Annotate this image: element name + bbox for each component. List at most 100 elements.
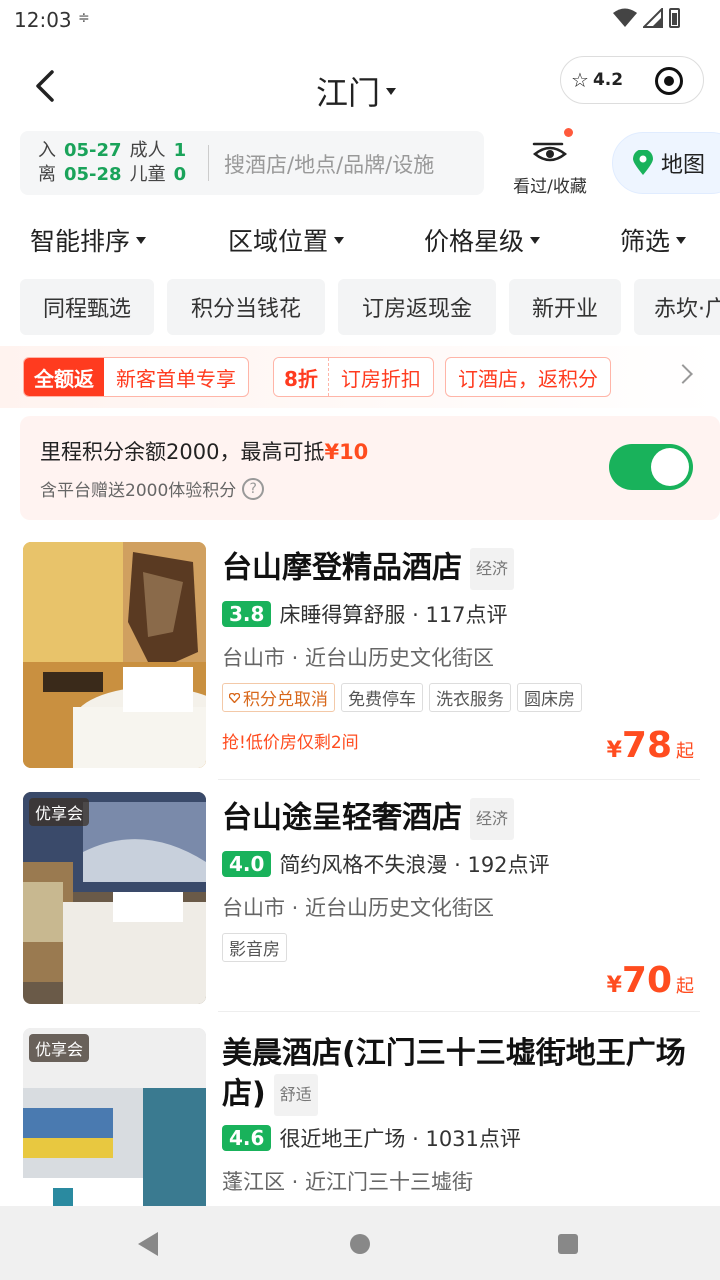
star-icon: ☆: [571, 68, 589, 92]
checkin-label: 入: [38, 140, 56, 161]
chip-item[interactable]: 同程甄选: [20, 279, 154, 335]
status-bar: 12:03 ≑: [0, 0, 720, 40]
help-icon[interactable]: ?: [242, 477, 265, 500]
chevron-right-icon[interactable]: [673, 364, 693, 384]
sort-smart[interactable]: 智能排序: [30, 222, 147, 258]
status-icons: [613, 8, 680, 28]
nav-recents-icon[interactable]: [558, 1234, 578, 1254]
hotel-tags: 影音房: [222, 933, 287, 962]
hotel-name: 美晨酒店(江门三十三墟街地王广场 店) 舒适: [222, 1034, 686, 1116]
price-value: 70: [621, 960, 672, 1001]
promo-text: 新客首单专享: [116, 366, 236, 391]
children-label: 儿童: [129, 164, 166, 185]
points-balance: 里程积分余额2000，最高可抵¥10: [40, 436, 368, 466]
chip-item[interactable]: 赤坎·广: [634, 279, 720, 335]
promo-banner[interactable]: 全额返 新客首单专享 8折 订房折扣 订酒店，返积分: [0, 346, 720, 408]
hotel-photo: [23, 542, 206, 768]
promo-new-customer[interactable]: 全额返 新客首单专享: [23, 357, 249, 397]
urgency-note: 抢!低价房仅剩2间: [222, 733, 359, 753]
promo-text: 订房折扣: [340, 366, 421, 391]
search-box[interactable]: 入 05-27 成人 1 离 05-28 儿童 0 搜酒店/地点/品牌/设施: [20, 131, 484, 195]
hotel-level: 经济: [470, 548, 515, 590]
score-row: 4.6 很近地王广场 · 1031点评: [222, 1123, 521, 1153]
battery-icon: [669, 8, 680, 28]
nav-back-icon[interactable]: [138, 1232, 158, 1256]
hotel-price: ¥ 70 起: [607, 960, 694, 1001]
hotel-tags: 积分兑取消 免费停车 洗衣服务 圆床房: [222, 683, 582, 712]
score-row: 4.0 简约风格不失浪漫 · 192点评: [222, 849, 550, 879]
price-value: 78: [621, 725, 672, 766]
map-button[interactable]: 地图: [612, 132, 720, 194]
caret-down-icon: [676, 236, 687, 244]
checkout-date: 05-28: [64, 164, 122, 185]
hotel-level: 经济: [470, 798, 515, 840]
hotel-name-text: 台山摩登精品酒店: [222, 550, 462, 586]
hotel-card[interactable]: 优享会 美晨酒店(江门三十三墟街地王广场 店) 舒适 4.6 很近地王广场 · 1…: [0, 1028, 720, 1206]
points-note: 含平台赠送2000体验积分 ?: [40, 476, 265, 501]
wifi-icon: [613, 8, 637, 27]
status-extra-icon: ≑: [78, 10, 90, 26]
rating-pill[interactable]: ☆ 4.2: [560, 56, 704, 104]
sort-area[interactable]: 区域位置: [228, 222, 345, 258]
caret-down-icon: [334, 236, 345, 244]
score-badge: 3.8: [222, 601, 272, 627]
caret-down-icon: [386, 87, 397, 95]
caret-down-icon: [136, 236, 147, 244]
hotel-location: 台山市 · 近台山历史文化街区: [222, 646, 495, 670]
hotel-name: 台山途呈轻奢酒店 经济: [222, 798, 515, 840]
hotel-image: 优享会: [23, 792, 206, 1004]
children-count: 0: [173, 164, 187, 185]
price-suffix: 起: [676, 741, 694, 762]
nav-bar: 江门 ☆ 4.2: [0, 48, 720, 128]
tag-text: 积分兑取消: [243, 690, 328, 710]
map-label: 地图: [661, 153, 706, 178]
promo-text: 订酒店，返积分: [458, 366, 598, 391]
signal-icon: [643, 8, 663, 28]
promo-points[interactable]: 订酒店，返积分: [445, 357, 611, 397]
chip-item[interactable]: 订房返现金: [338, 279, 496, 335]
sort-filter[interactable]: 筛选: [620, 222, 687, 258]
viewed-favorites-button[interactable]: 看过/收藏: [500, 128, 600, 197]
sort-label: 区域位置: [228, 227, 329, 256]
city-selector[interactable]: 江门: [316, 68, 397, 114]
chip-item[interactable]: 积分当钱花: [167, 279, 325, 335]
promo-discount[interactable]: 8折 订房折扣: [273, 357, 434, 397]
currency-symbol: ¥: [606, 738, 622, 763]
promo-badge: 8折: [274, 358, 329, 396]
quick-filter-chips: 同程甄选 积分当钱花 订房返现金 新开业 赤坎·广: [0, 279, 720, 337]
search-input[interactable]: 搜酒店/地点/品牌/设施: [224, 149, 434, 179]
chip-item[interactable]: 新开业: [509, 279, 621, 335]
checkout-label: 离: [38, 164, 56, 185]
divider: [218, 1011, 700, 1012]
promo-badge: 全额返: [24, 358, 104, 396]
location-pin-icon: [633, 150, 653, 175]
hotel-name-line2: 店) 舒适: [222, 1074, 686, 1116]
hotel-card[interactable]: 优享会 台山途呈轻奢酒店 经济 4.0 简约风格不失浪漫 · 192点评 台山市 …: [0, 792, 720, 1012]
sort-label: 价格星级: [424, 227, 525, 256]
score-row: 3.8 床睡得算舒服 · 117点评: [222, 599, 508, 629]
score-badge: 4.0: [222, 851, 272, 877]
review-text: 简约风格不失浪漫 · 192点评: [279, 853, 550, 877]
score-badge: 4.6: [222, 1125, 272, 1151]
hotel-price: ¥ 78 起: [607, 725, 694, 766]
hotel-level: 舒适: [273, 1074, 318, 1116]
date-picker[interactable]: 入 05-27 成人 1 离 05-28 儿童 0: [38, 139, 186, 187]
tag: 免费停车: [341, 683, 423, 712]
hotel-location: 台山市 · 近台山历史文化街区: [222, 896, 495, 920]
nav-home-icon[interactable]: [350, 1234, 370, 1254]
sort-price[interactable]: 价格星级: [424, 222, 541, 258]
vip-tag: 优享会: [29, 798, 90, 826]
points-balance-text: 里程积分余额2000，最高可抵: [40, 440, 325, 464]
points-toggle[interactable]: [609, 444, 693, 490]
review-text: 床睡得算舒服 · 117点评: [279, 603, 508, 627]
hotel-card[interactable]: 台山摩登精品酒店 经济 3.8 床睡得算舒服 · 117点评 台山市 · 近台山历…: [0, 542, 720, 780]
target-icon[interactable]: [655, 67, 683, 95]
adults-count: 1: [173, 140, 187, 161]
hotel-image: [23, 542, 206, 768]
divider: [218, 779, 700, 780]
hotel-name-text: 店): [222, 1076, 266, 1112]
back-arrow-icon[interactable]: [28, 66, 68, 106]
tag: 圆床房: [517, 683, 582, 712]
rating-score: 4.2: [592, 70, 624, 90]
points-card: 里程积分余额2000，最高可抵¥10 含平台赠送2000体验积分 ?: [20, 416, 720, 520]
